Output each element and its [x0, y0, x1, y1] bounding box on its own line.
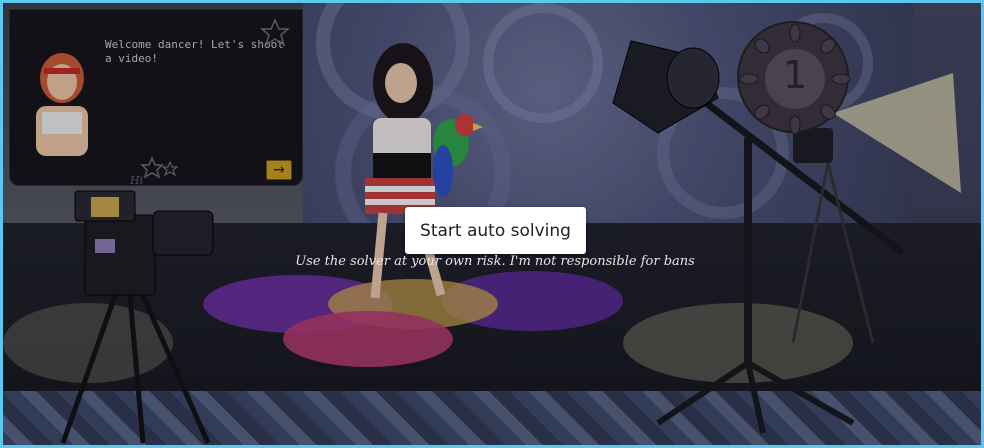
start-auto-solving-button[interactable]: Start auto solving [405, 207, 586, 254]
game-viewport: Welcome dancer! Let's shoot a video! Hi … [0, 0, 984, 448]
solver-warning: Use the solver at your own risk. I'm not… [295, 254, 695, 269]
